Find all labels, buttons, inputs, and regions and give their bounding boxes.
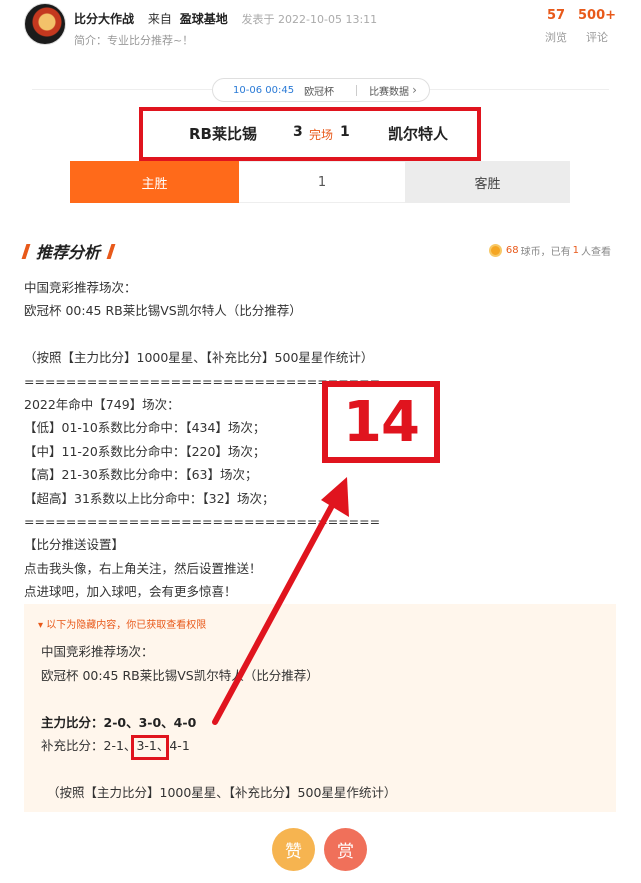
hidden-line-blank xyxy=(41,758,396,782)
like-button[interactable]: 赞 xyxy=(272,828,315,871)
hidden-content: 中国竞彩推荐场次： 欧冠杯 00:45 RB莱比锡VS凯尔特人（比分推荐） 主力… xyxy=(41,640,396,805)
comments-count: 500+ xyxy=(577,8,617,23)
extra-score-c: 4-1 xyxy=(169,738,190,753)
match-competition: 欧冠杯 xyxy=(304,86,335,98)
coin-icon xyxy=(488,244,502,257)
result-away-win[interactable]: 客胜 xyxy=(405,161,570,203)
slash-decoration xyxy=(106,243,116,259)
post-header: 比分大作战 来自 盈球基地 发表于 2022-10-05 13:11 xyxy=(74,10,377,27)
main-scores-label: 主力比分： xyxy=(41,714,104,730)
hidden-note: （按照【主力比分】1000星星、【补充比分】500星星作统计） xyxy=(47,785,397,800)
slash-decoration xyxy=(21,243,31,259)
home-team: RB莱比锡 xyxy=(189,125,257,143)
result-home-win[interactable]: 主胜 xyxy=(70,161,239,203)
content-line: 【比分推送设置】 xyxy=(24,537,125,553)
content-line xyxy=(24,323,424,346)
extra-scores-line: 补充比分：2-1、3-1、4-1 xyxy=(41,734,396,758)
section-heading: 推荐分析 xyxy=(21,240,116,262)
match-date: 10-06 00:45 xyxy=(233,84,295,96)
pill-separator xyxy=(356,84,358,96)
from-label: 来自 xyxy=(147,12,172,26)
away-team: 凯尔特人 xyxy=(388,125,449,143)
author-name[interactable]: 比分大作战 xyxy=(74,12,134,26)
coin-count: 68 xyxy=(505,245,519,256)
content-line: 中国竞彩推荐场次： xyxy=(24,280,137,295)
comments-label: 评论 xyxy=(586,31,608,44)
match-data-link[interactable]: 比赛数据 xyxy=(369,83,409,98)
hidden-hint-text: 以下为隐藏内容，你已获取查看权限 xyxy=(46,620,207,631)
hidden-line-blank xyxy=(41,687,396,711)
away-score: 1 xyxy=(340,124,350,140)
content-line: 【高】21-30系数比分命中：【63】场次； xyxy=(24,467,258,483)
hidden-line: 欧冠杯 00:45 RB莱比锡VS凯尔特人（比分推荐） xyxy=(41,667,319,683)
content-line: （按照【主力比分】1000星星、【补充比分】500星星作统计） xyxy=(24,350,374,366)
content-line: 【超高】31系数以上比分命中：【32】场次； xyxy=(24,490,275,506)
author-avatar[interactable] xyxy=(24,3,66,45)
comments-stat[interactable]: 500+ 评论 xyxy=(572,8,622,45)
viewer-count: 1 xyxy=(572,245,579,256)
reward-button[interactable]: 赏 xyxy=(324,828,367,871)
content-line: 点进球吧，加入球吧，会有更多惊喜！ xyxy=(24,584,237,600)
caret-down-icon: ▾ xyxy=(38,620,44,631)
number-annotation-box: 14 xyxy=(322,381,440,463)
home-score: 3 xyxy=(293,124,303,140)
result-draw[interactable]: 1 xyxy=(239,161,405,203)
hidden-line: 中国竞彩推荐场次： xyxy=(41,644,154,659)
section-title: 推荐分析 xyxy=(36,243,101,262)
content-line: 欧冠杯 00:45 RB莱比锡VS凯尔特人（比分推荐） xyxy=(24,303,302,319)
hidden-hint: ▾ 以下为隐藏内容，你已获取查看权限 xyxy=(38,616,206,631)
match-status: 完场 xyxy=(309,128,334,142)
content-line: ================================== xyxy=(24,513,381,529)
coin-unit: 球币，已有 xyxy=(520,247,571,258)
post-time: 发表于 2022-10-05 13:11 xyxy=(241,13,378,26)
score-highlight-box: RB莱比锡 3 完场 1 凯尔特人 xyxy=(139,107,481,161)
match-info-pill[interactable]: 10-06 00:45 欧冠杯 比赛数据 › xyxy=(212,78,430,102)
chevron-right-icon: › xyxy=(412,83,417,97)
section-meta: 68 球币，已有 1 人查看 xyxy=(488,243,611,258)
annotation-number: 14 xyxy=(343,389,420,455)
extra-scores-label: 补充比分： xyxy=(41,738,104,753)
main-scores: 2-0、3-0、4-0 xyxy=(103,714,197,730)
score-highlight-annotation xyxy=(131,735,169,760)
source-name[interactable]: 盈球基地 xyxy=(180,12,228,26)
author-intro: 简介：专业比分推荐~！ xyxy=(74,34,194,47)
result-bar: 主胜 1 客胜 xyxy=(70,161,570,203)
content-line: 点击我头像，右上角关注，然后设置推送！ xyxy=(24,560,262,576)
hidden-content-box: ▾ 以下为隐藏内容，你已获取查看权限 中国竞彩推荐场次： 欧冠杯 00:45 R… xyxy=(24,604,616,812)
main-scores-line: 主力比分：2-0、3-0、4-0 xyxy=(41,711,396,735)
viewer-unit: 人查看 xyxy=(581,247,611,258)
